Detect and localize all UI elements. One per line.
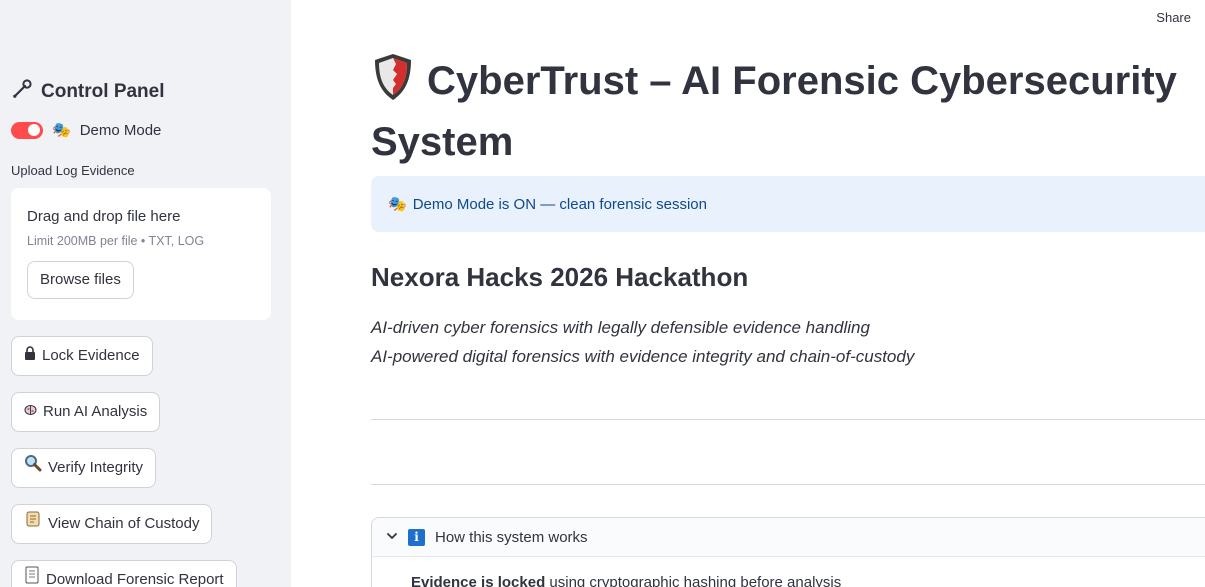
lock-icon bbox=[24, 337, 36, 375]
demo-mode-row: 🎭 Demo Mode bbox=[11, 121, 161, 139]
expander-header[interactable]: i How this system works bbox=[372, 518, 1205, 557]
chevron-down-icon bbox=[386, 529, 398, 546]
run-ai-analysis-label: Run AI Analysis bbox=[43, 403, 148, 420]
download-forensic-report-label: Download Forensic Report bbox=[46, 571, 224, 587]
verify-integrity-label: Verify Integrity bbox=[48, 459, 144, 476]
verify-integrity-button[interactable]: Verify Integrity bbox=[11, 448, 157, 488]
demo-mode-label: Demo Mode bbox=[79, 121, 162, 139]
scroll-icon bbox=[24, 505, 42, 543]
hackathon-heading: Nexora Hacks 2026 Hackathon bbox=[371, 262, 749, 292]
dropzone-text: Drag and drop file here bbox=[27, 208, 181, 225]
view-chain-of-custody-button[interactable]: View Chain of Custody bbox=[11, 504, 213, 544]
expander-title: How this system works bbox=[435, 528, 588, 546]
sidebar-title-text: Control Panel bbox=[41, 81, 165, 102]
theater-masks-icon: 🎭 bbox=[52, 122, 71, 139]
brain-icon bbox=[24, 393, 37, 431]
divider bbox=[371, 484, 1205, 485]
wrench-icon bbox=[11, 78, 33, 106]
info-icon: i bbox=[408, 528, 425, 546]
expander-body-bold: Evidence is locked bbox=[411, 574, 546, 587]
theater-masks-icon: 🎭 bbox=[388, 196, 407, 213]
sidebar: Control Panel 🎭 Demo Mode Upload Log Evi… bbox=[0, 0, 291, 587]
dropzone-limit: Limit 200MB per file • TXT, LOG bbox=[27, 234, 205, 248]
report-icon bbox=[24, 561, 40, 587]
expander-body-text: using cryptographic hashing before analy… bbox=[545, 574, 842, 587]
magnifier-icon bbox=[24, 449, 42, 487]
divider bbox=[371, 419, 1205, 420]
lock-evidence-label: Lock Evidence bbox=[42, 347, 140, 364]
how-it-works-expander: i How this system works Evidence is lock… bbox=[371, 517, 1205, 587]
expander-body: Evidence is locked using cryptographic h… bbox=[372, 557, 1205, 587]
tagline-2: AI-powered digital forensics with eviden… bbox=[371, 347, 915, 366]
download-forensic-report-button[interactable]: Download Forensic Report bbox=[11, 560, 237, 587]
view-chain-of-custody-label: View Chain of Custody bbox=[48, 515, 200, 532]
tagline-1: AI-driven cyber forensics with legally d… bbox=[371, 318, 870, 337]
file-dropzone[interactable]: Drag and drop file here Limit 200MB per … bbox=[11, 188, 271, 320]
demo-mode-toggle[interactable] bbox=[11, 121, 43, 139]
demo-mode-info-alert: 🎭 Demo Mode is ON — clean forensic sessi… bbox=[371, 176, 1205, 232]
upload-label: Upload Log Evidence bbox=[11, 163, 135, 178]
page-title-text: CyberTrust – AI Forensic Cybersecurity S… bbox=[371, 59, 1177, 164]
shield-icon bbox=[371, 52, 415, 116]
run-ai-analysis-button[interactable]: Run AI Analysis bbox=[11, 392, 161, 432]
share-button[interactable]: Share bbox=[1156, 10, 1191, 25]
sidebar-title: Control Panel bbox=[11, 78, 165, 106]
browse-files-button[interactable]: Browse files bbox=[27, 261, 134, 299]
page-title: CyberTrust – AI Forensic Cybersecurity S… bbox=[371, 52, 1205, 169]
lock-evidence-button[interactable]: Lock Evidence bbox=[11, 336, 153, 376]
info-message: Demo Mode is ON — clean forensic session bbox=[412, 195, 707, 213]
